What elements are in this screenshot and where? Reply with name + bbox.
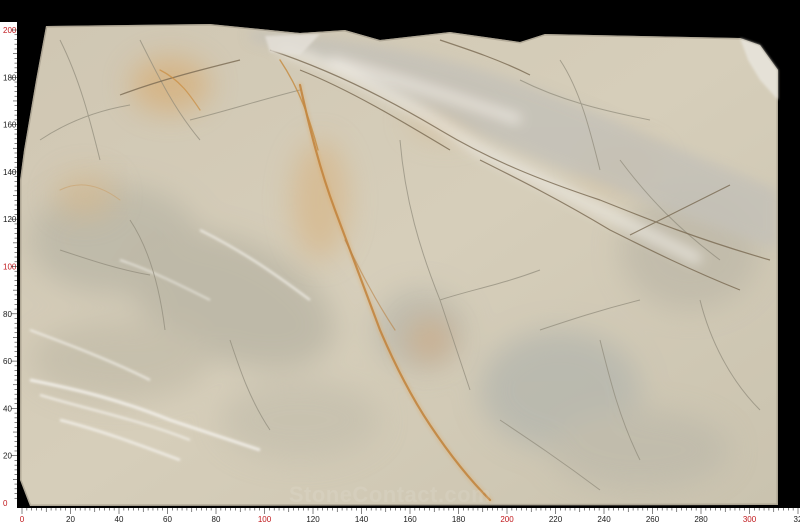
y-ruler-label: 200: [3, 26, 17, 35]
x-ruler-label: 200: [500, 515, 514, 524]
x-ruler-label: 140: [355, 515, 369, 524]
x-ruler-label: 260: [646, 515, 660, 524]
y-ruler-label: 80: [3, 310, 12, 319]
y-ruler-label: 40: [3, 404, 12, 413]
x-ruler-label: 280: [694, 515, 708, 524]
x-ruler-label: 40: [115, 515, 124, 524]
y-ruler-label: 160: [3, 121, 17, 130]
y-ruler-label: 20: [3, 452, 12, 461]
x-ruler-label: 160: [403, 515, 417, 524]
x-ruler-label: 80: [212, 515, 221, 524]
marble-slab: [20, 24, 778, 506]
watermark-text: StoneContact.com: [289, 482, 491, 507]
y-ruler-label: 140: [3, 168, 17, 177]
x-ruler-label: 32: [794, 515, 800, 524]
marble-slab-photo: 0 20 40 60 80 100 120 140 160 180 200 220 240 260 280 3…: [0, 0, 800, 526]
x-ruler-label: 300: [743, 515, 757, 524]
x-ruler-label: 20: [66, 515, 75, 524]
y-ruler-label: 120: [3, 215, 17, 224]
x-ruler-label: 220: [549, 515, 563, 524]
y-ruler-label: 60: [3, 357, 12, 366]
y-ruler-label: 0: [3, 499, 8, 508]
x-ruler-label: 0: [20, 515, 25, 524]
x-ruler-label: 180: [452, 515, 466, 524]
y-ruler-label: 100: [3, 263, 17, 272]
x-ruler-label: 100: [258, 515, 272, 524]
y-ruler-label: 180: [3, 73, 17, 82]
x-ruler-label: 240: [597, 515, 611, 524]
x-ruler-label: 60: [163, 515, 172, 524]
x-ruler-label: 120: [306, 515, 320, 524]
